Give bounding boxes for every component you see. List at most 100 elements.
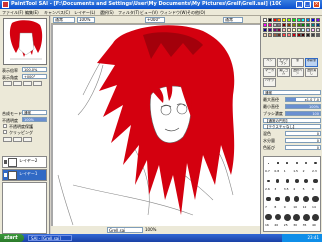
brush-size-preset[interactable]: 9 bbox=[283, 193, 292, 210]
stabilizer-select[interactable]: 通常 bbox=[223, 17, 243, 23]
brush-size-preset[interactable]: 1.5 bbox=[292, 157, 301, 174]
color-swatch[interactable] bbox=[315, 18, 320, 22]
color-swatch[interactable] bbox=[315, 33, 320, 37]
color-swatch[interactable] bbox=[315, 23, 320, 27]
tool-marker[interactable]: マーカー bbox=[263, 68, 276, 77]
color-swatch[interactable] bbox=[263, 33, 267, 37]
drawing-canvas[interactable] bbox=[53, 25, 260, 226]
color-swatch[interactable] bbox=[272, 23, 277, 27]
layer-item[interactable]: レイヤー2 bbox=[2, 156, 47, 168]
color-swatch[interactable] bbox=[282, 33, 287, 37]
canvas-angle-select[interactable]: +000° bbox=[145, 17, 165, 23]
new-layer-button[interactable] bbox=[3, 137, 12, 142]
blend-mode-select[interactable]: 通常 bbox=[22, 110, 47, 115]
color-swatch[interactable] bbox=[296, 33, 301, 37]
color-swatch[interactable] bbox=[267, 28, 272, 32]
color-swatch[interactable] bbox=[311, 18, 315, 22]
clipping-checkbox[interactable] bbox=[3, 130, 7, 134]
new-folder-button[interactable] bbox=[13, 137, 22, 142]
color-swatch[interactable] bbox=[267, 23, 272, 27]
brush-size-preset[interactable]: 4 bbox=[292, 175, 301, 192]
tool-brush[interactable]: 筆 bbox=[291, 58, 304, 67]
brush-size-slider[interactable]: x1.0 7.0 bbox=[285, 97, 321, 102]
color-swatch[interactable] bbox=[272, 33, 277, 37]
zoom-in-button[interactable] bbox=[13, 81, 22, 86]
color-swatch[interactable] bbox=[311, 28, 315, 32]
close-button[interactable]: × bbox=[313, 1, 320, 8]
color-swatch[interactable] bbox=[263, 18, 267, 22]
color-swatch[interactable] bbox=[306, 28, 311, 32]
tool-bucket[interactable]: バケツ bbox=[263, 78, 276, 87]
brush-size-preset[interactable]: 14 bbox=[311, 193, 320, 210]
color-swatch[interactable] bbox=[267, 18, 272, 22]
color-swatch[interactable] bbox=[277, 23, 282, 27]
color-swatch[interactable] bbox=[301, 18, 306, 22]
color-swatch[interactable] bbox=[263, 28, 267, 32]
document-tab[interactable]: Grell.sai bbox=[107, 227, 143, 233]
visibility-eye-icon[interactable] bbox=[4, 173, 7, 177]
color-swatch[interactable] bbox=[272, 18, 277, 22]
color-swatch[interactable] bbox=[296, 28, 301, 32]
zoom-out-button[interactable] bbox=[3, 81, 12, 86]
color-swatch[interactable] bbox=[277, 33, 282, 37]
color-swatch[interactable] bbox=[306, 23, 311, 27]
tool-airbrush[interactable]: エアブラシ bbox=[277, 58, 290, 67]
brush-size-preset[interactable]: 3 bbox=[273, 175, 282, 192]
color-swatch[interactable] bbox=[306, 18, 311, 22]
brush-size-preset[interactable]: 2 bbox=[302, 157, 311, 174]
minimize-button[interactable]: _ bbox=[296, 1, 303, 8]
brush-size-preset[interactable]: 2.3 bbox=[311, 157, 320, 174]
brush-size-preset[interactable]: 8 bbox=[273, 193, 282, 210]
taskbar-item[interactable]: SAI - [Grell.sai] bbox=[28, 235, 72, 241]
layer-item-selected[interactable]: レイヤー1 bbox=[2, 169, 47, 181]
tool-watercolor[interactable]: 水彩筆 bbox=[305, 58, 318, 67]
color-swatch[interactable] bbox=[282, 28, 287, 32]
brush-size-preset[interactable]: 1 bbox=[283, 157, 292, 174]
brush-size-preset[interactable]: 16 bbox=[264, 211, 273, 228]
water-slider[interactable]: 0 bbox=[285, 138, 321, 143]
color-swatch[interactable] bbox=[277, 18, 282, 22]
rotate-right-button[interactable] bbox=[33, 81, 42, 86]
brush-size-preset[interactable]: 3.5 bbox=[283, 175, 292, 192]
color-swatch[interactable] bbox=[291, 18, 296, 22]
persistence-slider[interactable]: 0 bbox=[285, 145, 321, 150]
color-swatch[interactable] bbox=[291, 33, 296, 37]
layer-list-empty-area[interactable] bbox=[2, 182, 47, 234]
brush-size-preset[interactable]: 7 bbox=[264, 193, 273, 210]
color-swatch[interactable] bbox=[282, 18, 287, 22]
blend-slider[interactable]: 0 bbox=[285, 131, 321, 136]
brush-size-preset[interactable]: 2.6 bbox=[264, 175, 273, 192]
brush-size-preset[interactable]: 35 bbox=[302, 211, 311, 228]
color-swatch[interactable] bbox=[296, 23, 301, 27]
tool-pen[interactable]: ペン bbox=[263, 58, 276, 67]
brush-size-preset[interactable]: 40 bbox=[311, 211, 320, 228]
brush-blend-mode[interactable]: 通常 bbox=[263, 90, 321, 95]
brush-size-preset[interactable]: 6 bbox=[311, 175, 320, 192]
color-swatch[interactable] bbox=[287, 18, 291, 22]
delete-layer-button[interactable] bbox=[23, 137, 32, 142]
brush-size-preset[interactable]: 0.7 bbox=[264, 157, 273, 174]
color-swatch[interactable] bbox=[301, 23, 306, 27]
rotate-left-button[interactable] bbox=[23, 81, 32, 86]
brush-size-preset[interactable]: 25 bbox=[283, 211, 292, 228]
brush-size-preset[interactable]: 0.8 bbox=[273, 157, 282, 174]
color-swatch[interactable] bbox=[267, 33, 272, 37]
color-swatch[interactable] bbox=[287, 33, 291, 37]
color-swatch[interactable] bbox=[306, 33, 311, 37]
color-swatch[interactable] bbox=[311, 23, 315, 27]
tool-select-pen[interactable]: 選択ペン bbox=[291, 68, 304, 77]
brush-size-preset[interactable]: 30 bbox=[292, 211, 301, 228]
color-swatch[interactable] bbox=[263, 23, 267, 27]
selection-mode-select[interactable]: 通常 bbox=[53, 17, 75, 23]
color-swatch[interactable] bbox=[291, 23, 296, 27]
color-swatch[interactable] bbox=[315, 28, 320, 32]
color-swatch[interactable] bbox=[291, 28, 296, 32]
color-swatch[interactable] bbox=[296, 18, 301, 22]
brush-size-preset[interactable]: 5 bbox=[302, 175, 311, 192]
visibility-eye-icon[interactable] bbox=[4, 160, 7, 164]
brush-density-slider[interactable]: 100 bbox=[285, 111, 321, 116]
angle-field[interactable]: +000° bbox=[22, 74, 47, 79]
color-swatch[interactable] bbox=[301, 33, 306, 37]
color-swatch[interactable] bbox=[272, 28, 277, 32]
brush-size-preset[interactable]: 10 bbox=[292, 193, 301, 210]
